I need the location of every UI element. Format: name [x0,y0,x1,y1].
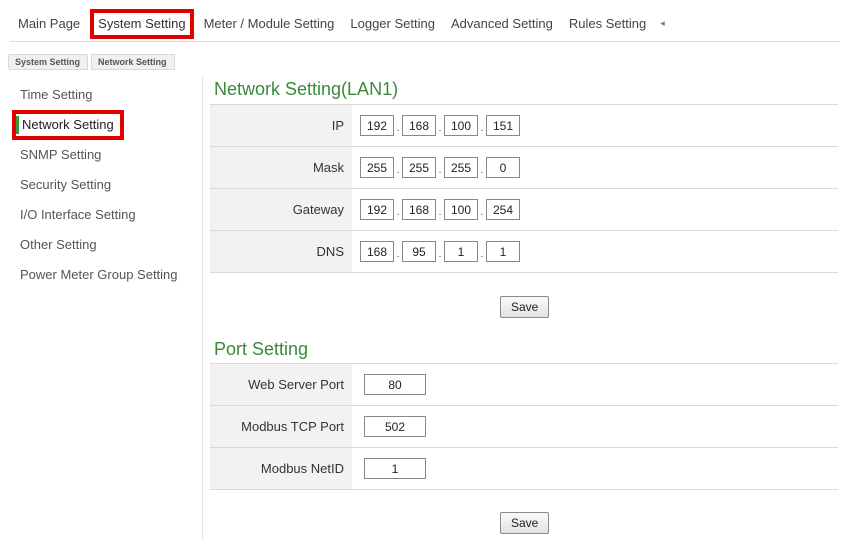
octet-separator: . [438,207,442,218]
dns-octet-4[interactable] [486,241,520,262]
octet-separator: . [480,207,484,218]
web-server-port-label: Web Server Port [210,364,352,405]
network-section-title: Network Setting(LAN1) [214,79,399,99]
tab-system-setting[interactable]: System Setting [90,8,194,39]
octet-separator: . [396,165,400,176]
octet-separator: . [438,123,442,134]
ip-row: IP . . . [210,105,838,147]
sidebar-divider [202,76,203,540]
dns-label: DNS [210,231,352,272]
sidebar-item-power-meter-group-setting[interactable]: Power Meter Group Setting [0,260,200,290]
scroll-left-icon[interactable]: ◂ [654,18,671,29]
breadcrumb-system-setting[interactable]: System Setting [8,54,89,70]
tab-advanced-setting[interactable]: Advanced Setting [443,9,561,39]
octet-separator: . [480,165,484,176]
top-navigation: Main Page System Setting Meter / Module … [10,6,840,42]
sidebar-item-network-setting[interactable]: Network Setting [12,110,124,140]
sidebar: Time Setting Network Setting SNMP Settin… [0,80,200,290]
tab-rules-setting[interactable]: Rules Setting [561,9,654,39]
mask-octet-2[interactable] [402,157,436,178]
dns-octet-1[interactable] [360,241,394,262]
gateway-row: Gateway . . . [210,189,838,231]
ip-value: . . . [352,105,838,146]
web-server-port-value [352,364,838,405]
gateway-label: Gateway [210,189,352,230]
octet-separator: . [438,165,442,176]
tab-logger-setting[interactable]: Logger Setting [342,9,443,39]
modbus-netid-input[interactable] [364,458,426,479]
mask-octet-1[interactable] [360,157,394,178]
gateway-value: . . . [352,189,838,230]
breadcrumb-network-setting[interactable]: Network Setting [91,54,175,70]
dns-octet-2[interactable] [402,241,436,262]
gateway-octet-2[interactable] [402,199,436,220]
tab-meter-module-setting[interactable]: Meter / Module Setting [196,9,343,39]
octet-separator: . [396,207,400,218]
sidebar-item-time-setting[interactable]: Time Setting [0,80,200,110]
dns-octet-3[interactable] [444,241,478,262]
gateway-octet-1[interactable] [360,199,394,220]
octet-separator: . [480,249,484,260]
octet-separator: . [396,249,400,260]
breadcrumb: System Setting Network Setting [8,54,178,70]
ip-octet-2[interactable] [402,115,436,136]
network-form: IP . . . Mask . . . Gateway . . [210,104,838,273]
port-form: Web Server Port Modbus TCP Port Modbus N… [210,363,838,490]
ip-octet-1[interactable] [360,115,394,136]
dns-row: DNS . . . [210,231,838,273]
ip-octet-4[interactable] [486,115,520,136]
port-save-button[interactable]: Save [500,512,550,534]
modbus-tcp-port-input[interactable] [364,416,426,437]
modbus-tcp-port-row: Modbus TCP Port [210,406,838,448]
web-server-port-input[interactable] [364,374,426,395]
mask-value: . . . [352,147,838,188]
modbus-tcp-port-label: Modbus TCP Port [210,406,352,447]
port-section-title: Port Setting [214,339,309,359]
mask-octet-4[interactable] [486,157,520,178]
mask-label: Mask [210,147,352,188]
modbus-tcp-port-value [352,406,838,447]
sidebar-item-io-interface-setting[interactable]: I/O Interface Setting [0,200,200,230]
modbus-netid-label: Modbus NetID [210,448,352,489]
modbus-netid-value [352,448,838,489]
modbus-netid-row: Modbus NetID [210,448,838,490]
mask-row: Mask . . . [210,147,838,189]
sidebar-item-security-setting[interactable]: Security Setting [0,170,200,200]
octet-separator: . [438,249,442,260]
tab-main-page[interactable]: Main Page [10,9,88,39]
network-save-button[interactable]: Save [500,296,550,318]
mask-octet-3[interactable] [444,157,478,178]
ip-octet-3[interactable] [444,115,478,136]
sidebar-item-other-setting[interactable]: Other Setting [0,230,200,260]
octet-separator: . [480,123,484,134]
web-server-port-row: Web Server Port [210,364,838,406]
ip-label: IP [210,105,352,146]
octet-separator: . [396,123,400,134]
gateway-octet-4[interactable] [486,199,520,220]
sidebar-item-snmp-setting[interactable]: SNMP Setting [0,140,200,170]
gateway-octet-3[interactable] [444,199,478,220]
dns-value: . . . [352,231,838,272]
